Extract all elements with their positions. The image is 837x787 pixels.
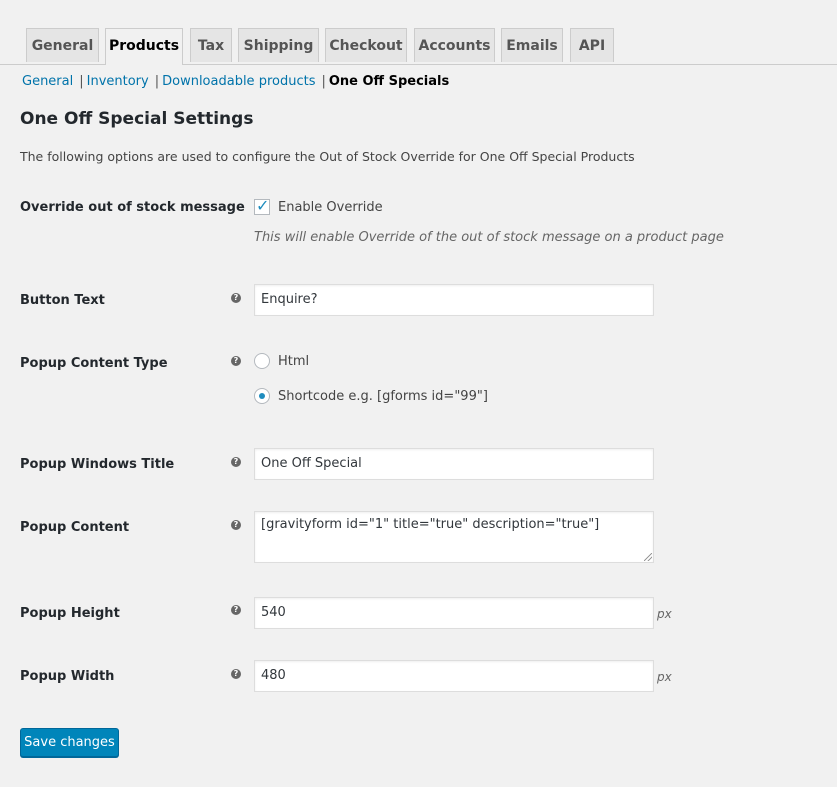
subnav-separator: | (79, 74, 84, 89)
subnav-one-off-specials: One Off Specials (328, 74, 450, 89)
button-text-label: Button Text (20, 293, 105, 308)
popup-width-label: Popup Width (20, 669, 115, 684)
page-title: One Off Special Settings (20, 109, 254, 129)
tab-products[interactable]: Products (105, 28, 183, 65)
popup-window-title-input[interactable]: One Off Special (254, 448, 654, 480)
save-changes-button[interactable]: Save changes (20, 728, 119, 757)
popup-content-textarea[interactable]: [gravityform id="1" title="true" descrip… (254, 511, 654, 563)
popup-width-input[interactable]: 480 (254, 660, 654, 692)
button-text-input[interactable]: Enquire? (254, 284, 654, 316)
subnav-general[interactable]: General (22, 74, 73, 89)
checkmark-icon: ✓ (256, 196, 270, 215)
tab-tax[interactable]: Tax (190, 28, 232, 62)
popup-window-title-label: Popup Windows Title (20, 457, 175, 472)
help-tip-icon[interactable]: ? (231, 457, 241, 467)
enable-override-checkbox[interactable]: ✓ (254, 196, 270, 215)
popup-height-input[interactable]: 540 (254, 597, 654, 629)
popup-content-value: [gravityform id="1" title="true" descrip… (261, 517, 600, 532)
tab-checkout[interactable]: Checkout (325, 28, 407, 62)
section-subnav: General | Inventory | Downloadable products |… (22, 74, 449, 89)
tab-accounts[interactable]: Accounts (414, 28, 495, 62)
content-type-html-label: Html (278, 354, 310, 369)
help-tip-icon[interactable]: ? (231, 669, 241, 679)
tab-emails[interactable]: Emails (501, 28, 563, 62)
help-tip-icon[interactable]: ? (231, 605, 241, 615)
page-description: The following options are used to config… (20, 149, 635, 164)
subnav-separator: | (154, 74, 160, 89)
popup-height-label: Popup Height (20, 606, 120, 621)
resize-handle-icon[interactable] (644, 553, 652, 561)
subnav-inventory[interactable]: Inventory (87, 74, 149, 89)
override-label: Override out of stock message (20, 200, 245, 215)
content-type-shortcode-label: Shortcode e.g. [gforms id="99"] (278, 389, 488, 404)
help-tip-icon[interactable]: ? (231, 293, 241, 303)
settings-tabs: General Products Tax Shipping Checkout A… (0, 28, 837, 65)
tab-shipping[interactable]: Shipping (238, 28, 319, 62)
content-type-shortcode-radio[interactable] (254, 388, 270, 404)
popup-content-type-label: Popup Content Type (20, 356, 168, 371)
help-tip-icon[interactable]: ? (231, 520, 241, 530)
popup-content-label: Popup Content (20, 520, 130, 535)
popup-width-unit: px (657, 670, 672, 684)
content-type-html-radio[interactable] (254, 353, 270, 369)
override-help-text: This will enable Override of the out of … (254, 230, 724, 245)
enable-override-label: Enable Override (278, 200, 383, 215)
tab-general[interactable]: General (26, 28, 99, 62)
subnav-separator: | (321, 74, 326, 89)
popup-height-unit: px (657, 607, 672, 621)
help-tip-icon[interactable]: ? (231, 356, 241, 366)
subnav-downloadable-products[interactable]: Downloadable products (162, 74, 315, 89)
tab-api[interactable]: API (570, 28, 614, 62)
